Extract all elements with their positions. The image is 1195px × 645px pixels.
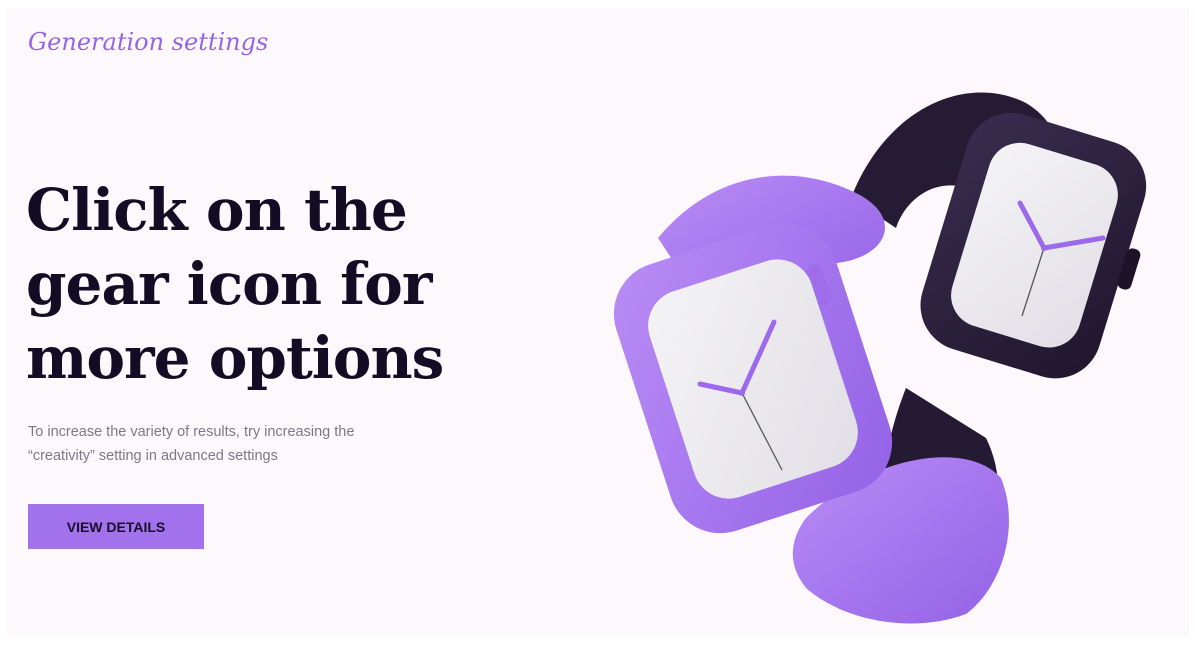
description-text: To increase the variety of results, try … xyxy=(28,420,448,468)
headline-line: gear icon for xyxy=(26,250,432,318)
view-details-button[interactable]: VIEW DETAILS xyxy=(28,504,204,549)
smartwatches-illustration xyxy=(613,92,1147,624)
eyebrow-text: Generation settings xyxy=(28,28,269,56)
headline-line: Click on the xyxy=(26,176,408,244)
hero-section: Generation settings Click on the gear ic… xyxy=(6,8,1189,636)
description-line: To increase the variety of results, try … xyxy=(28,424,355,440)
description-line: “creativity” setting in advanced setting… xyxy=(28,448,278,464)
headline-line: more options xyxy=(26,324,444,392)
headline: Click on the gear icon for more options xyxy=(26,173,586,395)
